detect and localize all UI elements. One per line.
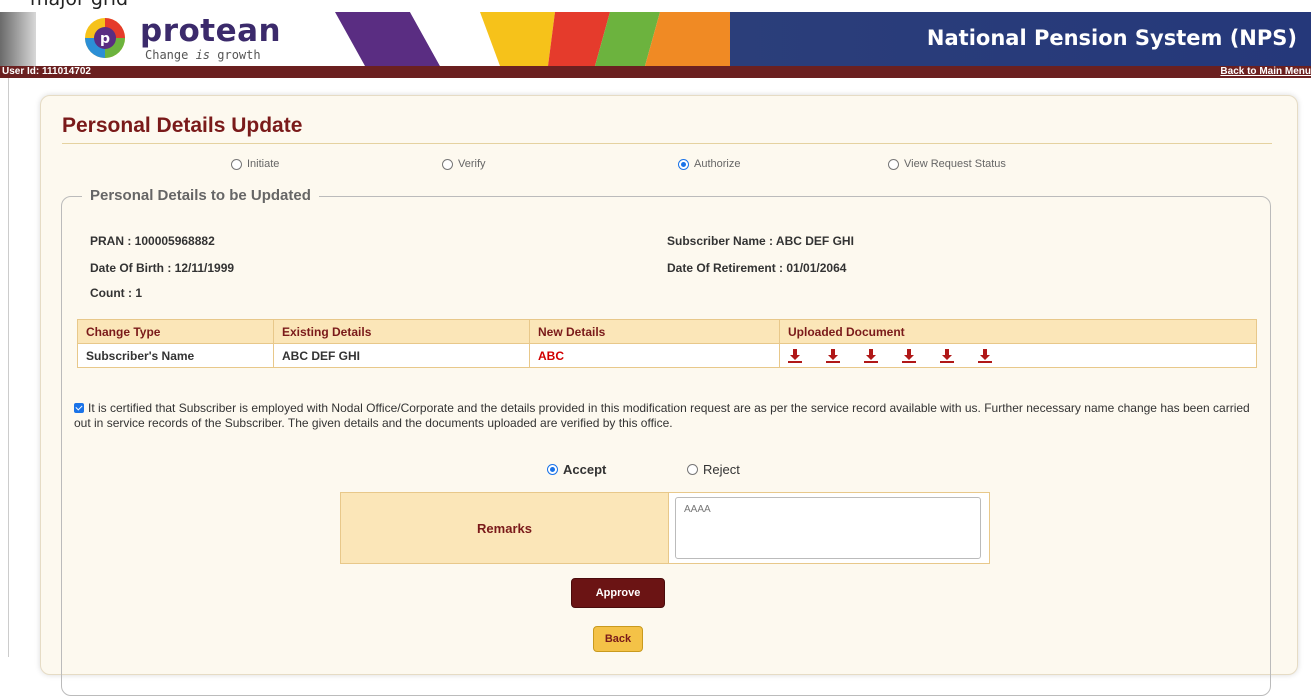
brand-tagline: Change is growth (145, 48, 261, 62)
col-header-change-type: Change Type (77, 319, 274, 344)
dob-value: Date Of Birth : 12/11/1999 (90, 261, 235, 275)
download-icon[interactable] (978, 348, 992, 363)
user-bar: User Id: 111014702 Back to Main Menu (0, 66, 1311, 78)
remarks-input[interactable]: AAAA (675, 497, 981, 559)
step-authorize[interactable]: Authorize (678, 158, 740, 170)
col-header-existing-details: Existing Details (273, 319, 530, 344)
dor-value: Date Of Retirement : 01/01/2064 (667, 261, 847, 275)
certification-checkbox[interactable] (74, 403, 84, 413)
download-icon[interactable] (902, 348, 916, 363)
accept-radio[interactable]: Accept (547, 462, 606, 477)
remarks-cell: AAAA (668, 493, 989, 563)
page-left-border (8, 78, 9, 657)
radio-selected-icon (678, 158, 689, 170)
table-row: Subscriber's Name ABC DEF GHI ABC (77, 343, 1257, 368)
remarks-label: Remarks (341, 493, 668, 563)
back-to-main-menu-link[interactable]: Back to Main Menu (1220, 66, 1311, 78)
step-label: Initiate (247, 158, 280, 170)
pran-value: PRAN : 100005968882 (90, 234, 215, 248)
back-button[interactable]: Back (593, 626, 643, 652)
reject-label: Reject (703, 462, 740, 477)
cell-existing-details: ABC DEF GHI (273, 343, 530, 368)
cropped-caption: major grid (30, 0, 128, 10)
step-verify[interactable]: Verify (442, 158, 486, 170)
reject-radio[interactable]: Reject (687, 462, 740, 477)
download-icons (788, 348, 1248, 363)
protean-logo-icon: p (85, 18, 125, 58)
download-icon[interactable] (940, 348, 954, 363)
radio-icon (231, 158, 242, 170)
workflow-steps: Initiate Verify Authorize View Request S… (41, 158, 1299, 178)
download-icon[interactable] (864, 348, 878, 363)
main-card: Personal Details Update Initiate Verify … (40, 95, 1299, 696)
step-initiate[interactable]: Initiate (231, 158, 279, 170)
step-label: Authorize (694, 158, 741, 170)
user-id: User Id: 111014702 (2, 66, 91, 77)
brand-name: protean (140, 13, 282, 49)
radio-icon (442, 158, 453, 170)
step-label: View Request Status (904, 158, 1006, 170)
radio-icon (888, 158, 899, 170)
svg-text:p: p (100, 31, 110, 47)
step-label: Verify (458, 158, 486, 170)
radio-selected-icon (547, 464, 558, 475)
site-title: National Pension System (NPS) (926, 26, 1297, 50)
download-icon[interactable] (826, 348, 840, 363)
table-header-row: Change Type Existing Details New Details… (77, 319, 1257, 344)
count-value: Count : 1 (90, 286, 142, 300)
cell-new-details: ABC (529, 343, 780, 368)
page-title: Personal Details Update (62, 114, 303, 137)
remarks-row: Remarks AAAA (340, 492, 990, 564)
step-view-request-status[interactable]: View Request Status (888, 158, 1006, 170)
subscriber-name-value: Subscriber Name : ABC DEF GHI (667, 234, 854, 248)
approve-button[interactable]: Approve (571, 578, 665, 608)
download-icon[interactable] (788, 348, 802, 363)
certification-statement: It is certified that Subscriber is emplo… (74, 401, 1259, 431)
radio-icon (687, 464, 698, 475)
certification-text: It is certified that Subscriber is emplo… (74, 401, 1250, 430)
site-header: p protean Change is growth National Pens… (0, 12, 1311, 66)
cell-change-type: Subscriber's Name (77, 343, 274, 368)
accept-label: Accept (563, 462, 607, 477)
col-header-new-details: New Details (529, 319, 780, 344)
details-fieldset: Personal Details to be Updated PRAN : 10… (61, 187, 1271, 696)
col-header-uploaded-document: Uploaded Document (779, 319, 1257, 344)
change-details-table: Change Type Existing Details New Details… (77, 319, 1257, 368)
cell-uploaded-documents (779, 343, 1257, 368)
section-legend: Personal Details to be Updated (82, 187, 319, 204)
title-divider (62, 143, 1272, 144)
